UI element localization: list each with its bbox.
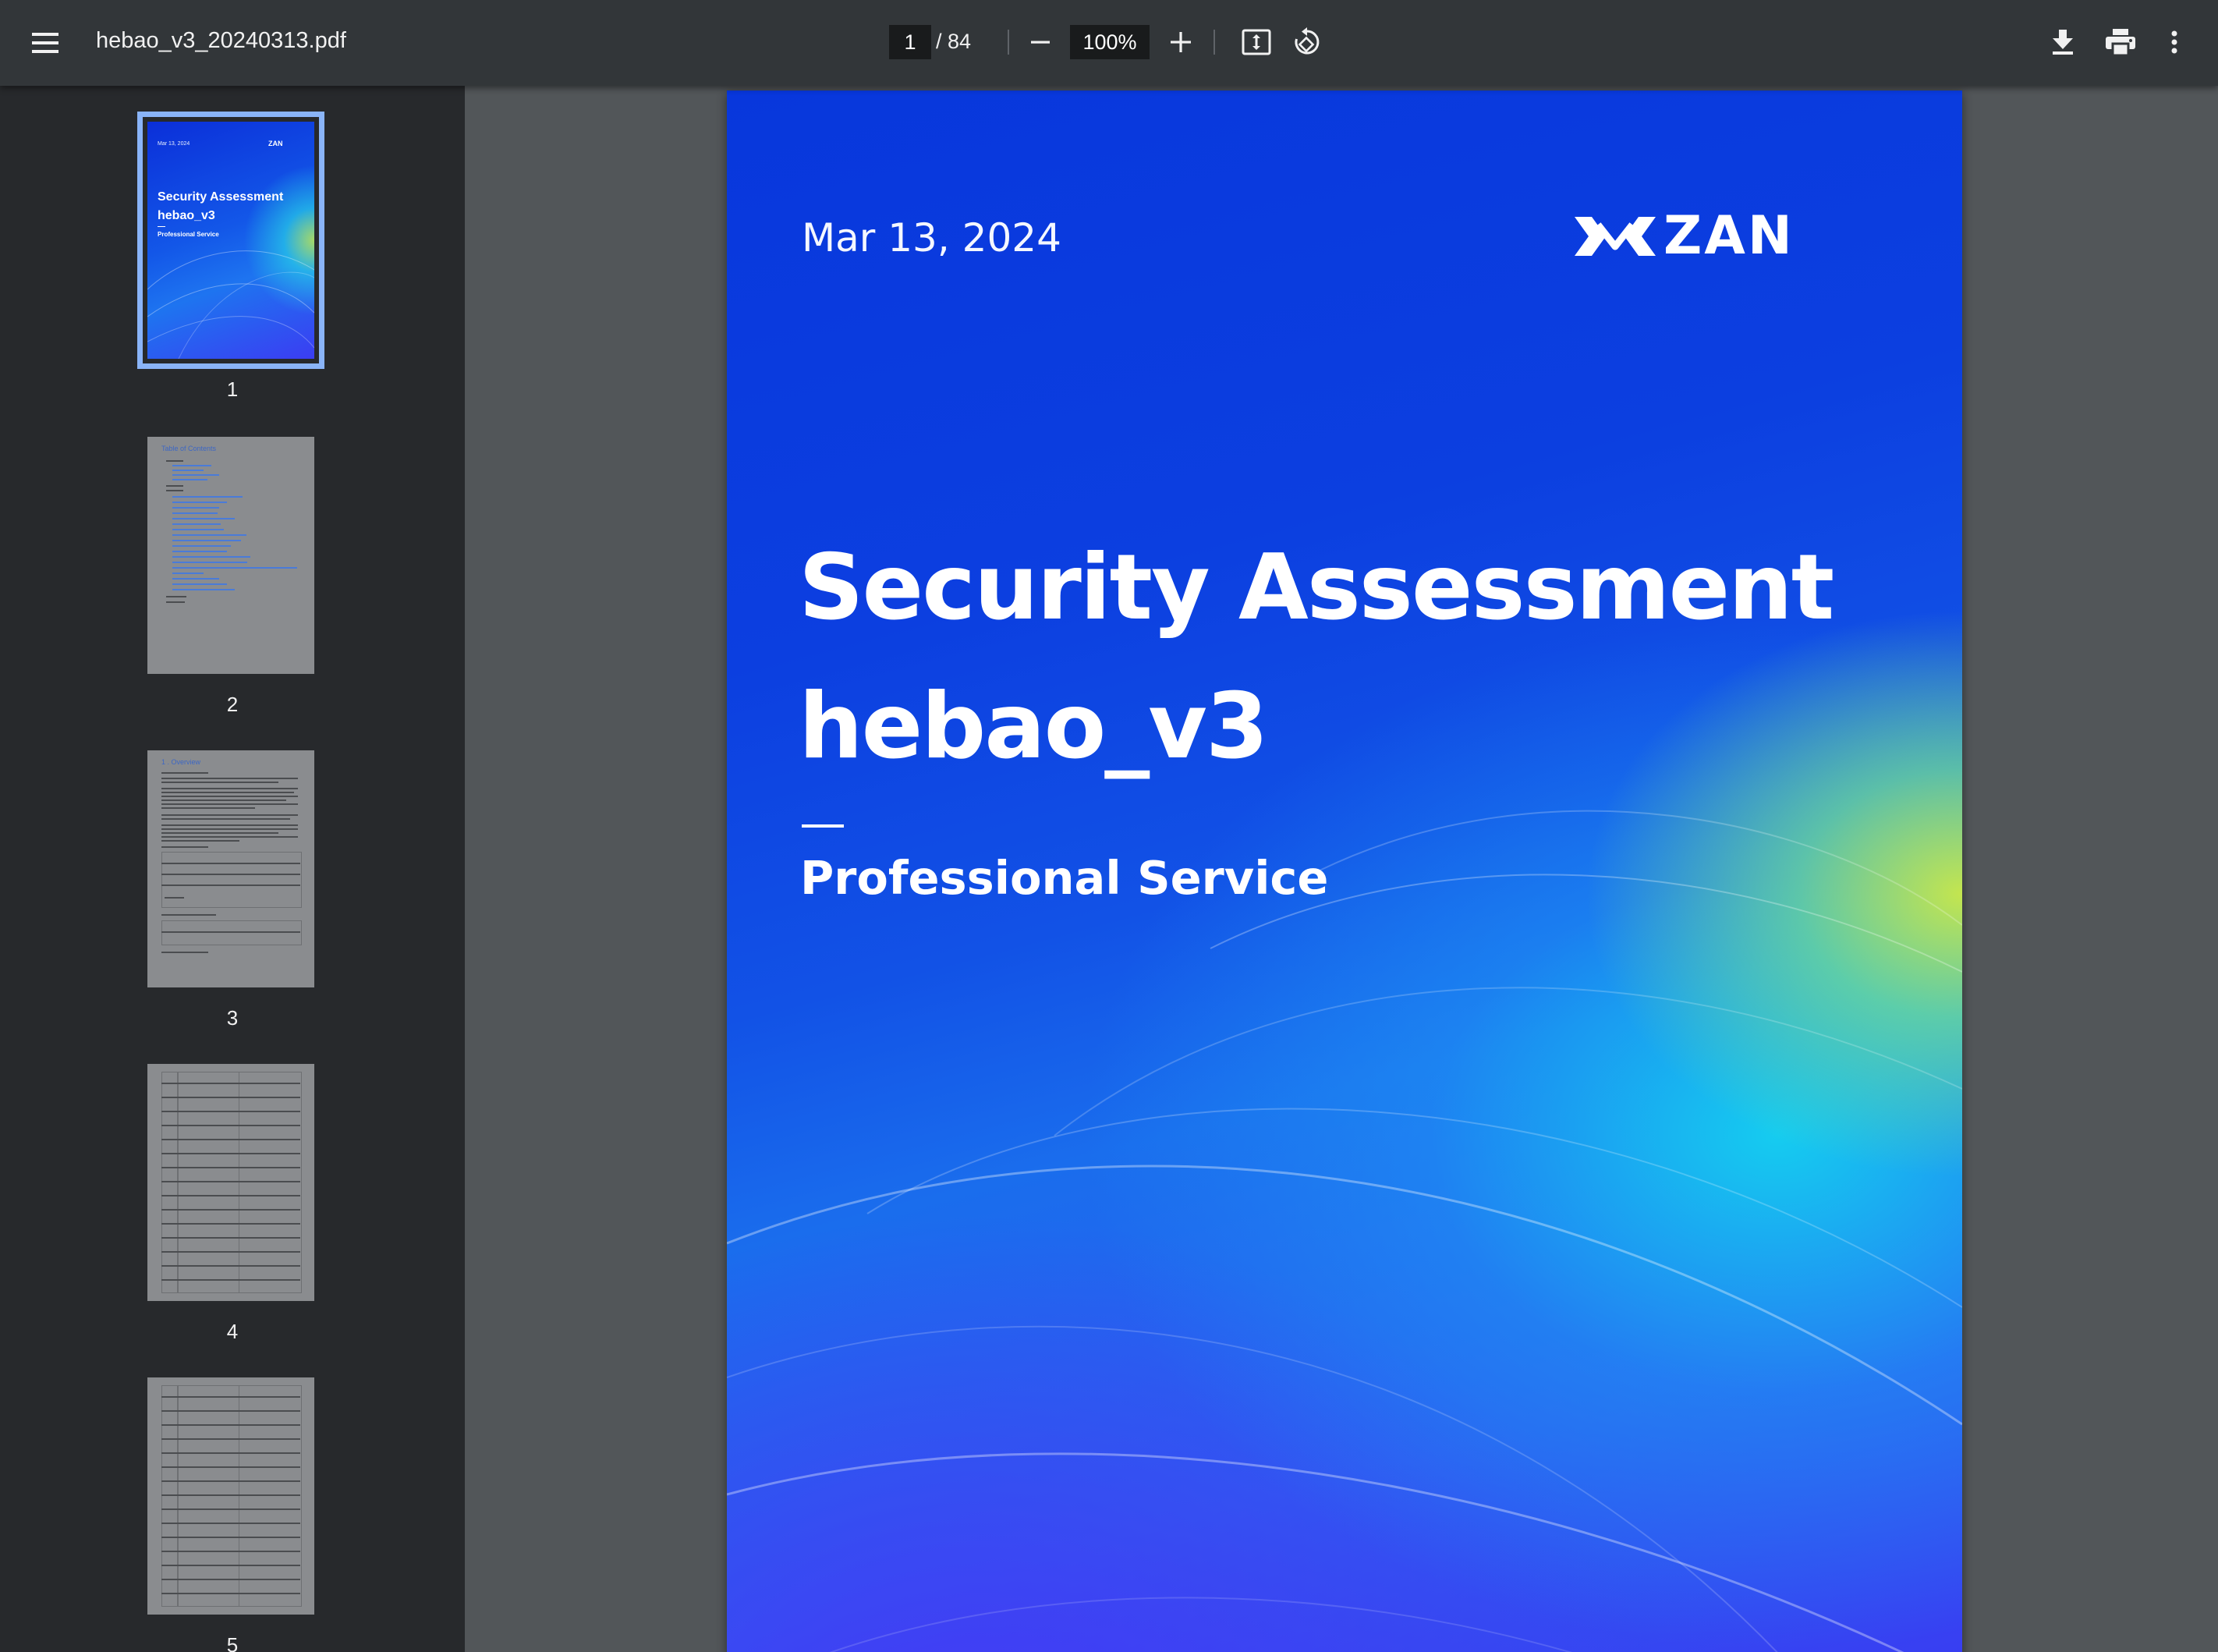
zan-logo-text: ZAN (1664, 205, 1795, 267)
thumbnail-page-number: 2 (226, 693, 239, 716)
page-thumbnail-5[interactable] (147, 1377, 314, 1615)
toolbar-divider (1008, 30, 1009, 55)
more-vert-icon[interactable] (2159, 23, 2190, 61)
zan-logo: ZAN (1571, 209, 1802, 264)
thumbnail-date: Mar 13, 2024 (158, 141, 190, 147)
zoom-in-icon[interactable] (1162, 23, 1199, 61)
thumbnail-page-number: 3 (226, 1006, 239, 1030)
fit-page-icon[interactable] (1238, 23, 1275, 61)
thumbnail-title: Security Assessment (158, 190, 284, 204)
zoom-level-input[interactable] (1070, 25, 1150, 59)
toolbar-divider (1214, 30, 1215, 55)
page-total: / 84 (936, 30, 972, 53)
page-thumbnail-1[interactable]: Mar 13, 2024 ZAN Security Assessment heb… (137, 112, 324, 369)
thumbnail-toc-heading: Table of Contents (161, 445, 217, 452)
print-icon[interactable] (2100, 23, 2141, 61)
zan-logo-mark-icon (1575, 217, 1656, 256)
thumbnail-sidebar: Mar 13, 2024 ZAN Security Assessment heb… (0, 86, 465, 1652)
cover-project-name: hebao_v3 (799, 674, 1269, 779)
thumbnail-tagline: Professional Service (158, 231, 219, 238)
thumbnail-wave-decoration (147, 250, 314, 359)
thumbnail-page-number: 1 (226, 378, 239, 401)
cover-subtitle: Professional Service (800, 851, 1329, 905)
page-thumbnail-4[interactable] (147, 1064, 314, 1301)
thumbnail-page-number: 5 (226, 1633, 239, 1652)
cover-title: Security Assessment (799, 535, 1834, 640)
page-number-input[interactable] (889, 25, 931, 59)
thumbnail-logo: ZAN (268, 140, 283, 147)
document-title: hebao_v3_20240313.pdf (96, 28, 346, 53)
page-thumbnail-2[interactable]: Table of Contents (147, 437, 314, 674)
cover-divider (802, 824, 844, 828)
cover-date: Mar 13, 2024 (802, 215, 1061, 261)
thumbnail-overview-heading: 1 . Overview (161, 758, 201, 766)
page-thumbnail-3[interactable]: 1 . Overview (147, 750, 314, 987)
rotate-icon[interactable] (1287, 22, 1327, 62)
zoom-out-icon[interactable] (1023, 23, 1058, 61)
pdf-toolbar: hebao_v3_20240313.pdf / 84 (0, 0, 2218, 86)
thumbnail-page-number: 4 (226, 1320, 239, 1343)
download-icon[interactable] (2044, 23, 2082, 61)
menu-icon[interactable] (27, 24, 64, 62)
thumbnail-subtitle: hebao_v3 (158, 209, 215, 222)
thumbnail-dash (158, 226, 165, 227)
pdf-page-1: Mar 13, 2024 ZAN Security Assessment heb… (727, 90, 1962, 1652)
document-viewer[interactable]: Mar 13, 2024 ZAN Security Assessment heb… (465, 86, 2218, 1652)
